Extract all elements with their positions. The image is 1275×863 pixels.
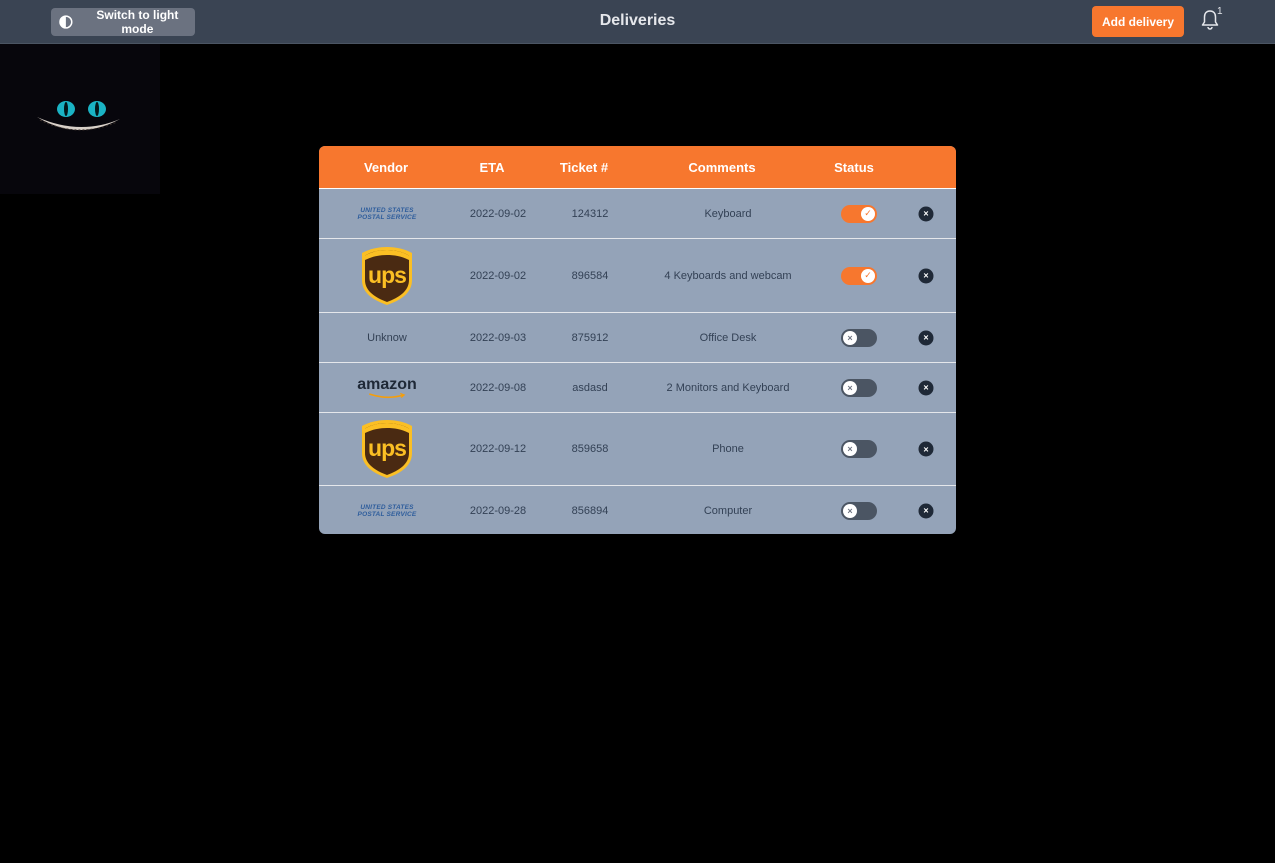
status-toggle[interactable]: ×: [841, 440, 877, 458]
column-header-vendor: Vendor: [363, 160, 409, 175]
status-toggle[interactable]: ✓: [841, 266, 877, 285]
eta-cell: 2022-09-12: [469, 443, 527, 455]
eta-cell: 2022-09-28: [469, 504, 527, 517]
vendor-name: Unknow: [367, 331, 407, 344]
usps-logo-text: POSTAL SERVICE: [357, 510, 417, 518]
usps-logo: UNITED STATES POSTAL SERVICE: [358, 504, 417, 518]
delete-delivery-icon[interactable]: ×: [918, 330, 934, 345]
status-toggle[interactable]: ×: [841, 501, 877, 520]
cheshire-cat-image: [0, 44, 160, 194]
check-icon: ✓: [861, 268, 875, 283]
eta-cell: 2022-09-08: [469, 381, 527, 394]
ups-logo-text: ups: [368, 261, 407, 288]
vendor-cell: ups: [361, 246, 413, 306]
delete-delivery-icon[interactable]: ×: [918, 268, 934, 283]
vendor-cell: UNITED STATES POSTAL SERVICE: [358, 207, 417, 221]
ticket-cell: 875912: [571, 331, 609, 344]
table-row: UNITED STATES POSTAL SERVICE 2022-09-28 856…: [319, 486, 956, 534]
eta-cell: 2022-09-02: [469, 207, 527, 220]
table-row: amazon 2022-09-08 asdasd 2 Monitors and Key…: [319, 363, 956, 413]
comment-cell: Keyboard: [704, 207, 752, 220]
eta-cell: 2022-09-02: [469, 269, 527, 282]
top-bar: Switch to light mode Deliveries Add deli…: [0, 0, 1275, 44]
delete-delivery-icon[interactable]: ×: [918, 503, 934, 518]
x-icon: ×: [843, 380, 857, 395]
status-toggle[interactable]: ✓: [841, 204, 877, 223]
vendor-cell: amazon: [357, 375, 417, 399]
amazon-smile-icon: [368, 392, 406, 398]
vendor-cell: Unknow: [367, 332, 407, 344]
comment-cell: 4 Keyboards and webcam: [664, 269, 792, 282]
x-icon: ×: [843, 442, 857, 456]
ups-logo-text: ups: [368, 435, 407, 461]
delete-delivery-icon[interactable]: ×: [918, 380, 934, 395]
ups-logo: ups: [361, 419, 413, 479]
comment-cell: Office Desk: [699, 331, 757, 344]
notification-count: 1: [1217, 6, 1223, 17]
amazon-logo-text: amazon: [357, 375, 417, 393]
table-row: ups 2022-09-02 896584 4 Keyboards and webca…: [319, 239, 956, 313]
comment-cell: Phone: [712, 443, 744, 455]
ticket-cell: 124312: [571, 207, 609, 220]
add-delivery-button[interactable]: Add delivery: [1092, 6, 1184, 37]
eta-cell: 2022-09-03: [469, 331, 527, 344]
delete-delivery-icon[interactable]: ×: [918, 441, 934, 457]
ticket-cell: 856894: [571, 504, 609, 517]
amazon-logo: amazon: [357, 375, 417, 399]
table-row: ups 2022-09-12 859658 Phone × ×: [319, 413, 956, 486]
column-header-eta: ETA: [479, 160, 505, 175]
vendor-cell: ups: [361, 419, 413, 479]
ups-logo: ups: [361, 246, 413, 306]
usps-logo: UNITED STATES POSTAL SERVICE: [358, 207, 417, 221]
table-body: UNITED STATES POSTAL SERVICE 2022-09-02 124…: [319, 189, 956, 534]
ticket-cell: asdasd: [572, 381, 608, 394]
vendor-cell: UNITED STATES POSTAL SERVICE: [358, 504, 417, 518]
status-toggle[interactable]: ×: [841, 378, 877, 397]
column-header-status: Status: [834, 160, 874, 175]
usps-logo-text: UNITED STATES: [360, 206, 414, 214]
deliveries-table: Vendor ETA Ticket # Comments Status UNIT…: [319, 146, 956, 534]
ticket-cell: 859658: [571, 443, 609, 455]
column-header-ticket: Ticket #: [559, 160, 609, 175]
status-toggle[interactable]: ×: [841, 328, 877, 347]
table-header: Vendor ETA Ticket # Comments Status: [319, 146, 956, 189]
comment-cell: 2 Monitors and Keyboard: [666, 381, 790, 394]
page-title: Deliveries: [599, 12, 676, 29]
column-header-comments: Comments: [688, 160, 756, 175]
usps-logo-text: UNITED STATES: [360, 503, 414, 511]
table-row: Unknow 2022-09-03 875912 Office Desk × ×: [319, 313, 956, 363]
delete-delivery-icon[interactable]: ×: [918, 206, 934, 221]
usps-logo-text: POSTAL SERVICE: [357, 213, 417, 221]
check-icon: ✓: [861, 206, 875, 221]
table-row: UNITED STATES POSTAL SERVICE 2022-09-02 124…: [319, 189, 956, 239]
comment-cell: Computer: [703, 504, 753, 517]
ticket-cell: 896584: [571, 269, 609, 282]
x-icon: ×: [843, 503, 857, 518]
x-icon: ×: [843, 330, 857, 345]
